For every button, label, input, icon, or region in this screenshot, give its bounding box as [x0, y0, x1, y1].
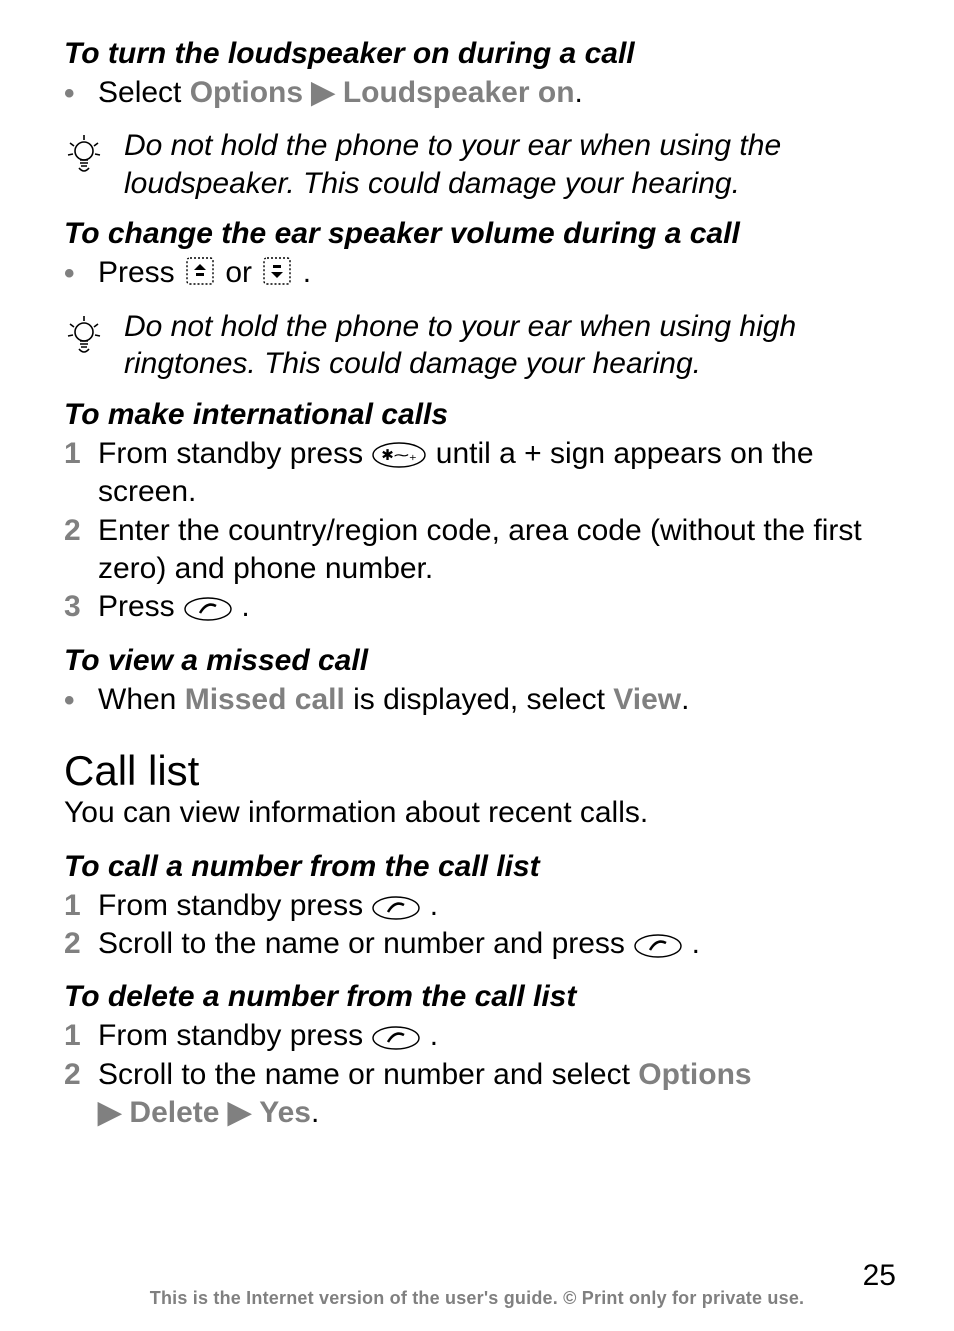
- menu-loudspeaker-on: Loudspeaker on: [343, 76, 575, 109]
- step-number: 1: [64, 435, 98, 473]
- text: From standby press: [98, 437, 371, 470]
- bullet-marker: •: [64, 682, 98, 720]
- manual-page: To turn the loudspeaker on during a call…: [0, 0, 954, 1331]
- step-item: 1 From standby press .: [64, 887, 896, 925]
- bullet-marker: •: [64, 75, 98, 113]
- text: Scroll to the name or number and select: [98, 1058, 638, 1091]
- lightbulb-tip-icon: [64, 127, 112, 178]
- menu-arrow-icon: ▶: [228, 1096, 251, 1129]
- step-item: 2 Scroll to the name or number and selec…: [64, 1056, 896, 1094]
- text: .: [430, 1019, 438, 1052]
- step-number: 1: [64, 1017, 98, 1055]
- step-item: 2 Scroll to the name or number and press…: [64, 925, 896, 963]
- heading-ear-speaker-volume: To change the ear speaker volume during …: [64, 216, 896, 252]
- text: Enter the country/region code, area code…: [98, 514, 862, 585]
- star-key-icon: ✱⁓₊: [371, 441, 427, 469]
- heading-call-from-list: To call a number from the call list: [64, 849, 896, 885]
- footer-text: This is the Internet version of the user…: [150, 1288, 804, 1308]
- tip-text: Do not hold the phone to your ear when u…: [112, 308, 896, 383]
- volume-down-key-icon: [260, 254, 294, 288]
- step-number: 1: [64, 887, 98, 925]
- bullet-marker: •: [64, 255, 98, 293]
- text: or: [225, 256, 260, 289]
- svg-text:✱⁓₊: ✱⁓₊: [382, 447, 418, 464]
- text: is displayed, select: [345, 683, 613, 716]
- call-key-icon: [371, 1025, 421, 1051]
- text: You can view information about recent ca…: [64, 794, 896, 832]
- call-key-icon: [183, 596, 233, 622]
- text: From standby press: [98, 889, 371, 922]
- step-number: 3: [64, 588, 98, 626]
- call-key-icon: [633, 933, 683, 959]
- text: .: [692, 927, 700, 960]
- step-item: 1 From standby press .: [64, 1017, 896, 1055]
- step-item-continuation: ▶ Delete ▶ Yes.: [64, 1094, 896, 1132]
- menu-yes: Yes: [259, 1096, 311, 1129]
- tip-block: Do not hold the phone to your ear when u…: [64, 308, 896, 383]
- ui-view: View: [613, 683, 681, 716]
- heading-view-missed-call: To view a missed call: [64, 643, 896, 679]
- menu-arrow-icon: ▶: [98, 1096, 121, 1129]
- heading-international-calls: To make international calls: [64, 397, 896, 433]
- text: .: [681, 683, 689, 716]
- text: .: [241, 590, 249, 623]
- bullet-item: • When Missed call is displayed, select …: [64, 681, 896, 720]
- volume-up-key-icon: [183, 254, 217, 288]
- footer: This is the Internet version of the user…: [0, 1288, 954, 1309]
- menu-delete: Delete: [129, 1096, 219, 1129]
- bullet-item: • Select Options ▶ Loudspeaker on.: [64, 74, 896, 113]
- lightbulb-tip-icon: [64, 308, 112, 359]
- step-item: 2 Enter the country/region code, area co…: [64, 512, 896, 589]
- text: .: [575, 76, 583, 109]
- step-number: 2: [64, 512, 98, 550]
- menu-options: Options: [190, 76, 303, 109]
- text: From standby press: [98, 1019, 371, 1052]
- text: .: [311, 1096, 319, 1129]
- text: Scroll to the name or number and press: [98, 927, 633, 960]
- step-item: 1 From standby press ✱⁓₊ until a + sign …: [64, 435, 896, 512]
- bullet-item: • Press or .: [64, 254, 896, 293]
- tip-text: Do not hold the phone to your ear when u…: [112, 127, 896, 202]
- text: .: [303, 256, 311, 289]
- step-item: 3 Press .: [64, 588, 896, 626]
- menu-arrow-icon: ▶: [311, 76, 334, 109]
- menu-options: Options: [638, 1058, 751, 1091]
- step-number: 2: [64, 925, 98, 963]
- text: Select: [98, 76, 190, 109]
- step-number: 2: [64, 1056, 98, 1094]
- heading-call-list: Call list: [64, 748, 896, 794]
- heading-delete-from-list: To delete a number from the call list: [64, 979, 896, 1015]
- text: Press: [98, 590, 183, 623]
- ui-missed-call: Missed call: [185, 683, 345, 716]
- heading-loudspeaker-on: To turn the loudspeaker on during a call: [64, 36, 896, 72]
- tip-block: Do not hold the phone to your ear when u…: [64, 127, 896, 202]
- text: Press: [98, 256, 183, 289]
- text: .: [430, 889, 438, 922]
- text: When: [98, 683, 185, 716]
- call-key-icon: [371, 895, 421, 921]
